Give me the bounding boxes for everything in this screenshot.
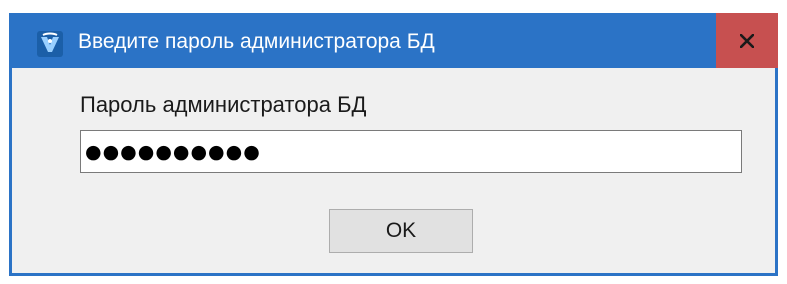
close-button[interactable] [716,13,778,68]
close-icon [740,34,754,48]
title-bar[interactable]: Введите пароль администратора БД [9,13,778,68]
window-title: Введите пароль администратора БД [78,30,435,53]
application-icon [37,31,63,57]
password-label: Пароль администратора БД [80,92,367,117]
dialog-body: Пароль администратора БД ●●●●●●●●●● OK [12,68,775,273]
ok-button[interactable]: OK [329,209,473,253]
password-input[interactable]: ●●●●●●●●●● [80,130,742,173]
password-masked-value: ●●●●●●●●●● [85,141,261,163]
password-dialog: Введите пароль администратора БД Пароль … [9,13,778,276]
